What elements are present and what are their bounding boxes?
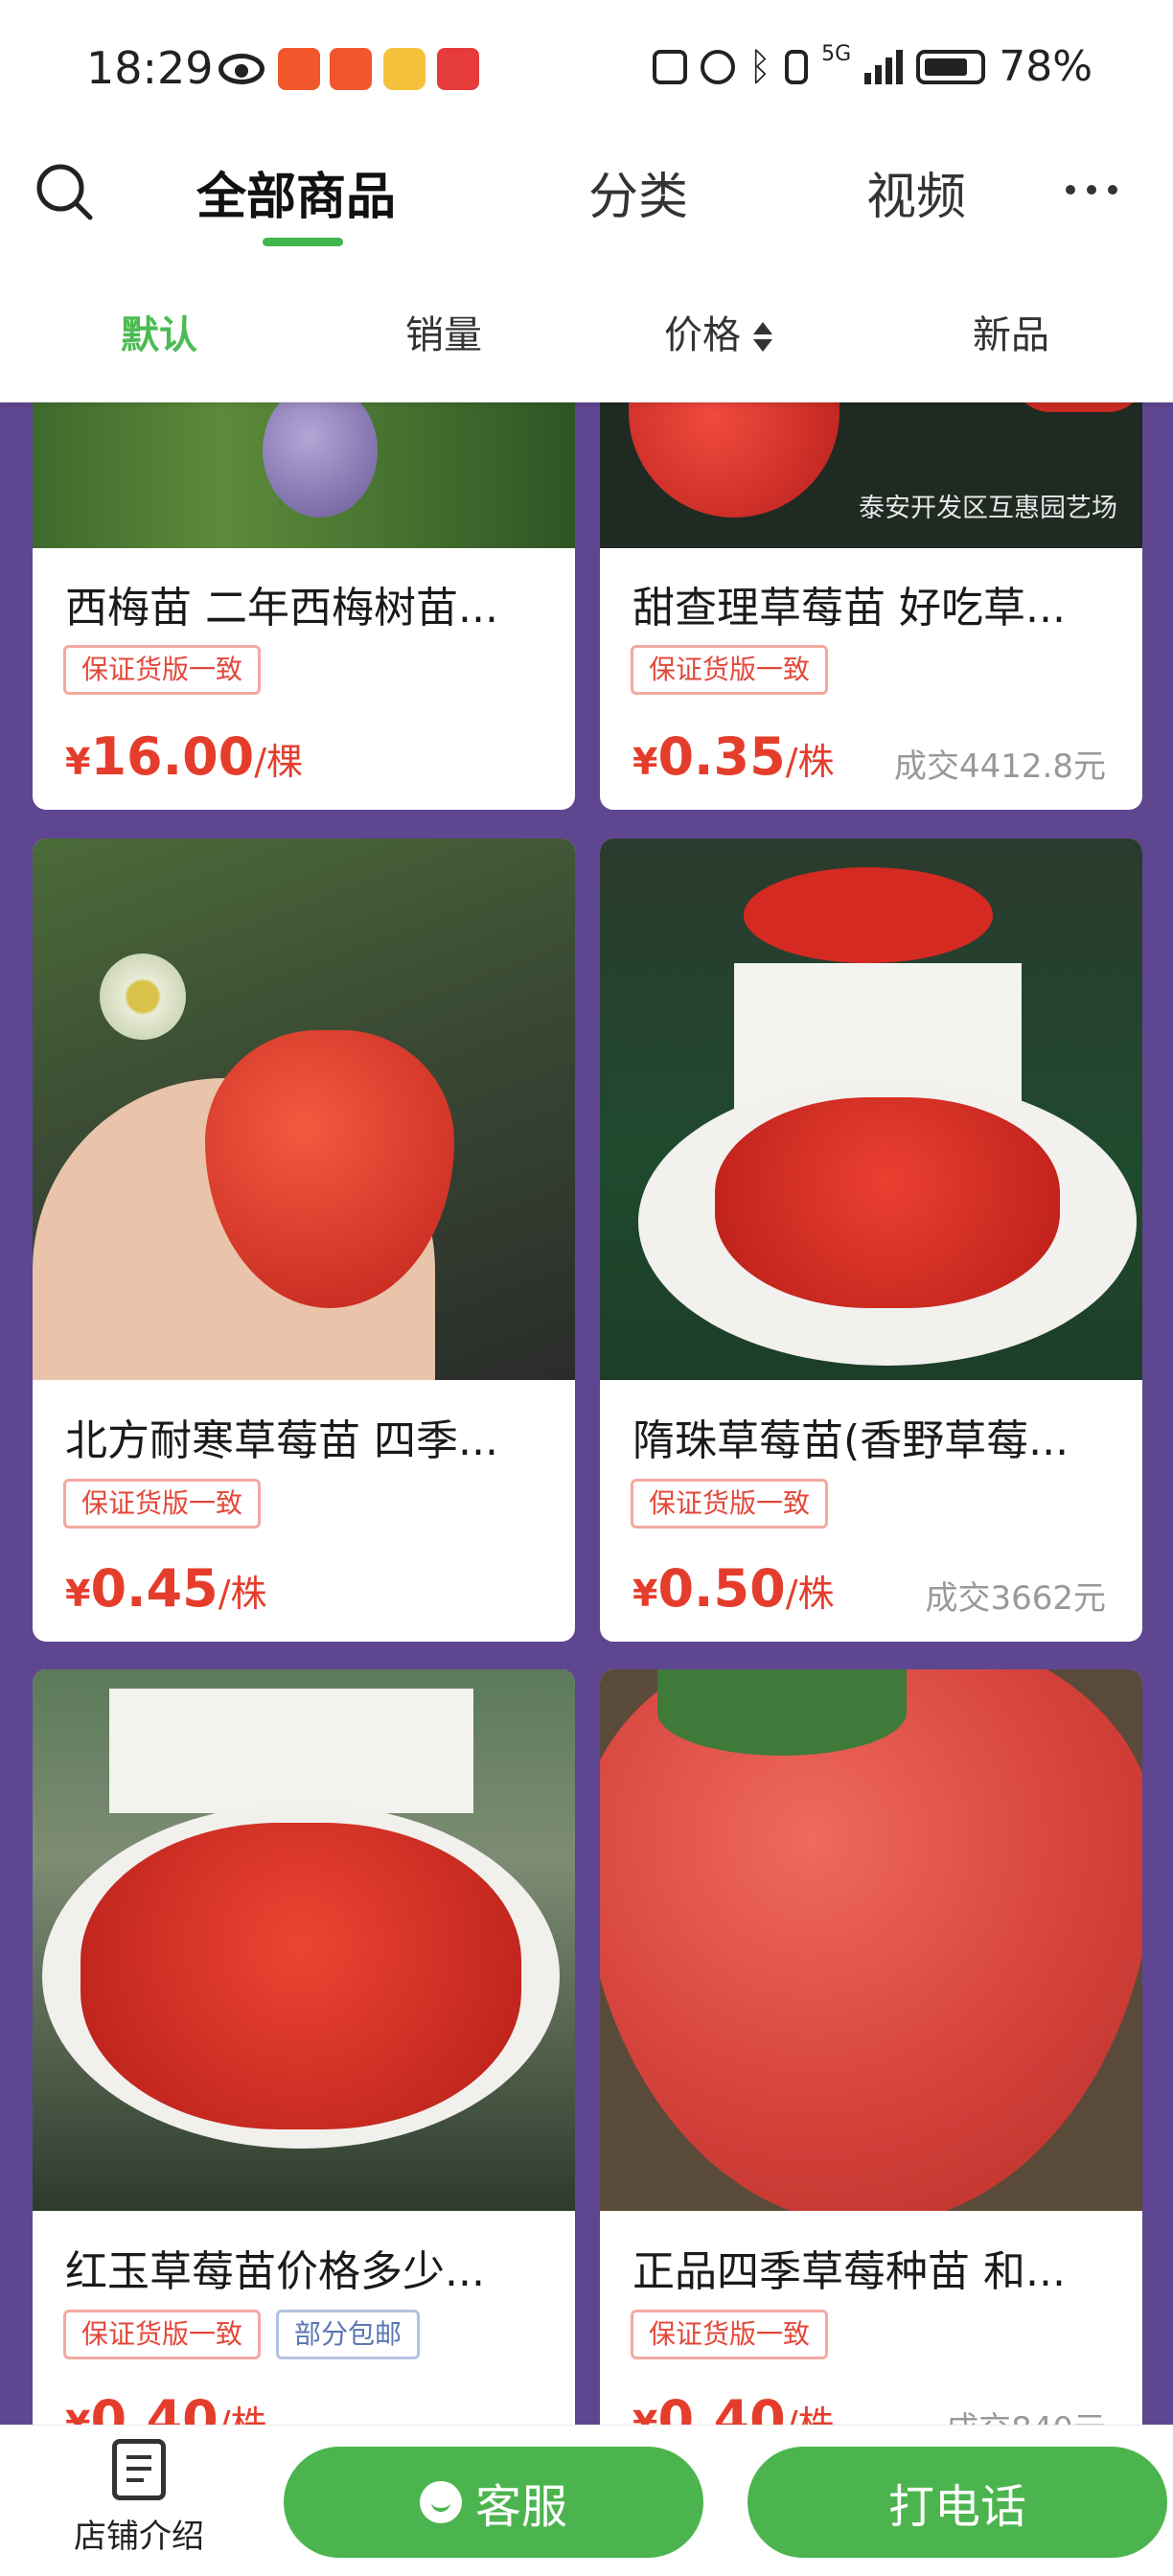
price-unit: /株: [218, 2404, 267, 2425]
guarantee-tag: 保证货版一致: [631, 2310, 829, 2359]
product-title: 北方耐寒草莓苗 四季...: [65, 1416, 498, 1465]
product-title: 西梅苗 二年西梅树苗...: [65, 584, 498, 632]
product-image-strawberry-closeup: [600, 1669, 1142, 2211]
product-image-strawberry: 泰安开发区互惠园艺场: [600, 402, 1142, 548]
price-value: 0.40: [657, 2389, 786, 2425]
sort-bar: 默认 销量 价格 新品: [0, 254, 1173, 402]
search-icon[interactable]: [34, 162, 94, 221]
product-title: 甜查理草莓苗 好吃草...: [632, 584, 1066, 632]
bluetooth-icon: ᛒ: [748, 44, 772, 89]
product-price: ¥0.50/株: [632, 1558, 835, 1619]
currency-symbol: ¥: [632, 741, 658, 783]
app-notification-icon: [330, 48, 372, 90]
guarantee-tag: 保证货版一致: [63, 645, 262, 695]
nfc-icon: [653, 49, 688, 84]
image-caption: 泰安开发区互惠园艺场: [859, 494, 1117, 523]
call-button[interactable]: 打电话: [748, 2447, 1167, 2558]
product-price: ¥0.40/株: [632, 2389, 835, 2425]
product-grid: 西梅苗 二年西梅树苗... 保证货版一致 ¥16.00/棵 泰安开发区互惠园艺场…: [0, 402, 1173, 2425]
signal-icon: [864, 49, 904, 84]
sort-sales[interactable]: 销量: [405, 304, 482, 359]
price-value: 0.40: [90, 2389, 218, 2425]
network-type: 5G: [821, 42, 852, 66]
product-card[interactable]: 西梅苗 二年西梅树苗... 保证货版一致 ¥16.00/棵: [33, 402, 575, 810]
product-tags: 保证货版一致: [63, 645, 262, 695]
price-unit: /株: [785, 2404, 835, 2425]
product-price: ¥0.45/株: [65, 1558, 267, 1619]
top-nav: 全部商品 分类 视频: [0, 139, 1173, 254]
guarantee-tag: 保证货版一致: [631, 1479, 829, 1529]
product-title: 正品四季草莓种苗 和...: [632, 2247, 1066, 2296]
status-bar: 18:29 ᛒ 5G 78%: [0, 0, 1173, 139]
price-value: 0.50: [657, 1558, 786, 1619]
currency-symbol: ¥: [65, 1573, 91, 1615]
price-unit: /株: [785, 1573, 835, 1615]
currency-symbol: ¥: [632, 1573, 658, 1615]
more-icon[interactable]: [1066, 185, 1117, 195]
price-value: 0.45: [90, 1558, 218, 1619]
product-tags: 保证货版一致: [631, 645, 829, 695]
app-notification-icon: [437, 48, 479, 90]
product-image-strawberry-plate: [33, 1669, 575, 2211]
product-tags: 保证货版一致 部分包邮: [63, 2310, 421, 2359]
battery-level: 78%: [999, 42, 1092, 91]
active-tab-indicator: [263, 238, 343, 246]
guarantee-tag: 保证货版一致: [63, 2310, 262, 2359]
currency-symbol: ¥: [65, 2404, 91, 2425]
product-tags: 保证货版一致: [631, 2310, 829, 2359]
sort-new[interactable]: 新品: [973, 304, 1049, 359]
guarantee-tag: 保证货版一致: [631, 645, 829, 695]
weather-icon: [383, 48, 426, 90]
eye-icon: [218, 54, 264, 84]
sort-price[interactable]: 价格: [664, 304, 773, 359]
status-indicators: ᛒ 5G 78%: [653, 42, 1092, 91]
sort-arrows-icon: [752, 320, 773, 355]
product-image-strawberry-hand: [33, 839, 575, 1380]
product-title: 隋珠草莓苗(香野草莓...: [632, 1416, 1070, 1465]
product-price: ¥0.35/株: [632, 726, 835, 787]
sold-amount: 成交3662元: [925, 1579, 1106, 1618]
product-card[interactable]: 北方耐寒草莓苗 四季... 保证货版一致 ¥0.45/株: [33, 839, 575, 1642]
price-value: 0.35: [657, 726, 786, 787]
price-value: 16.00: [90, 726, 255, 787]
sort-default[interactable]: 默认: [121, 304, 197, 359]
price-unit: /棵: [254, 741, 304, 783]
product-tags: 保证货版一致: [631, 1479, 829, 1529]
price-unit: /株: [218, 1573, 267, 1615]
tab-category[interactable]: 分类: [588, 156, 688, 228]
status-time: 18:29: [86, 42, 214, 94]
product-image-strawberry-plate: [600, 839, 1142, 1380]
currency-symbol: ¥: [65, 741, 91, 783]
sold-amount: 成交4412.8元: [894, 748, 1106, 786]
product-title: 红玉草莓苗价格多少...: [65, 2247, 485, 2296]
customer-service-label: 客服: [474, 2480, 567, 2534]
app-notification-icon: [278, 48, 320, 90]
tab-all-products[interactable]: 全部商品: [196, 156, 396, 228]
sold-amount: 成交840元: [946, 2403, 1106, 2425]
product-price: ¥0.40/株: [65, 2389, 267, 2425]
guarantee-tag: 保证货版一致: [63, 1479, 262, 1529]
shop-intro-button[interactable]: 店铺介绍: [58, 2439, 220, 2557]
product-card[interactable]: 隋珠草莓苗(香野草莓... 保证货版一致 ¥0.50/株 成交3662元: [600, 839, 1142, 1642]
product-card[interactable]: 红玉草莓苗价格多少... 保证货版一致 部分包邮 ¥0.40/株: [33, 1669, 575, 2425]
product-tags: 保证货版一致: [63, 1479, 262, 1529]
price-unit: /株: [785, 741, 835, 783]
alarm-icon: [701, 49, 736, 84]
battery-icon: [916, 49, 986, 84]
product-card[interactable]: 泰安开发区互惠园艺场 甜查理草莓苗 好吃草... 保证货版一致 ¥0.35/株 …: [600, 402, 1142, 810]
currency-symbol: ¥: [632, 2404, 658, 2425]
product-price: ¥16.00/棵: [65, 726, 303, 787]
bottom-action-bar: 店铺介绍 客服 打电话: [0, 2425, 1173, 2576]
chat-icon: [419, 2481, 462, 2523]
sort-price-label: 价格: [664, 313, 741, 357]
vibrate-icon: [785, 49, 809, 84]
call-label: 打电话: [887, 2480, 1026, 2534]
product-image-plum: [33, 402, 575, 548]
free-shipping-tag: 部分包邮: [276, 2310, 421, 2359]
shop-intro-label: 店铺介绍: [74, 2518, 204, 2556]
tab-video[interactable]: 视频: [866, 156, 966, 228]
document-icon: [112, 2439, 166, 2500]
customer-service-button[interactable]: 客服: [284, 2447, 703, 2558]
product-card[interactable]: 正品四季草莓种苗 和... 保证货版一致 ¥0.40/株 成交840元: [600, 1669, 1142, 2425]
